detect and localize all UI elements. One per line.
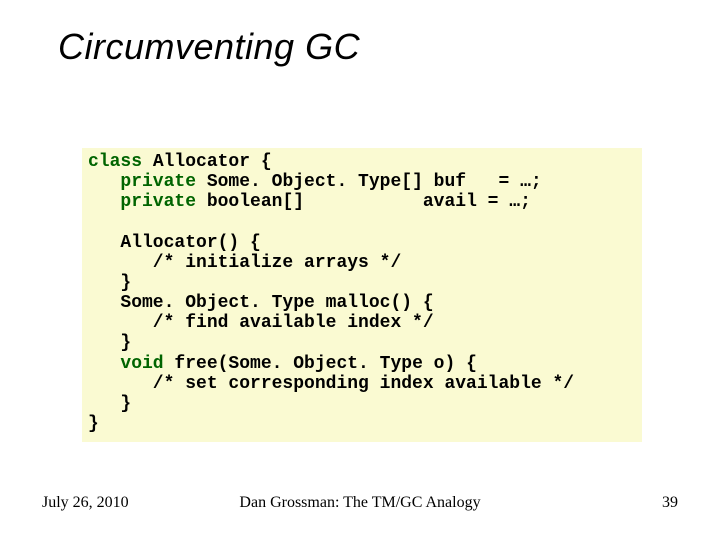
- code-text: /* initialize arrays */: [88, 253, 401, 273]
- code-text: Some. Object. Type malloc() {: [88, 293, 455, 313]
- code-text: Some. Object. Type[] buf = …;: [196, 172, 542, 192]
- code-text: Allocator() {: [88, 233, 261, 253]
- code-text: free(Some. Object. Type o) {: [164, 354, 477, 374]
- footer-author-title: Dan Grossman: The TM/GC Analogy: [0, 494, 720, 512]
- kw-void: void: [88, 354, 164, 374]
- code-text: Allocator {: [142, 152, 272, 172]
- footer-page-number: 39: [662, 494, 678, 512]
- code-text: }: [88, 394, 131, 414]
- code-text: boolean[] avail = …;: [196, 192, 531, 212]
- slide-title: Circumventing GC: [58, 26, 360, 68]
- code-block: class Allocator { private Some. Object. …: [88, 152, 636, 434]
- code-text: }: [88, 273, 131, 293]
- kw-private: private: [88, 192, 196, 212]
- code-text: }: [88, 414, 99, 434]
- code-text: /* set corresponding index available */: [88, 374, 574, 394]
- code-text: }: [88, 333, 131, 353]
- slide: Circumventing GC class Allocator { priva…: [0, 0, 720, 540]
- code-example-box: class Allocator { private Some. Object. …: [82, 148, 642, 442]
- kw-private: private: [88, 172, 196, 192]
- code-text: /* find available index */: [88, 313, 434, 333]
- kw-class: class: [88, 152, 142, 172]
